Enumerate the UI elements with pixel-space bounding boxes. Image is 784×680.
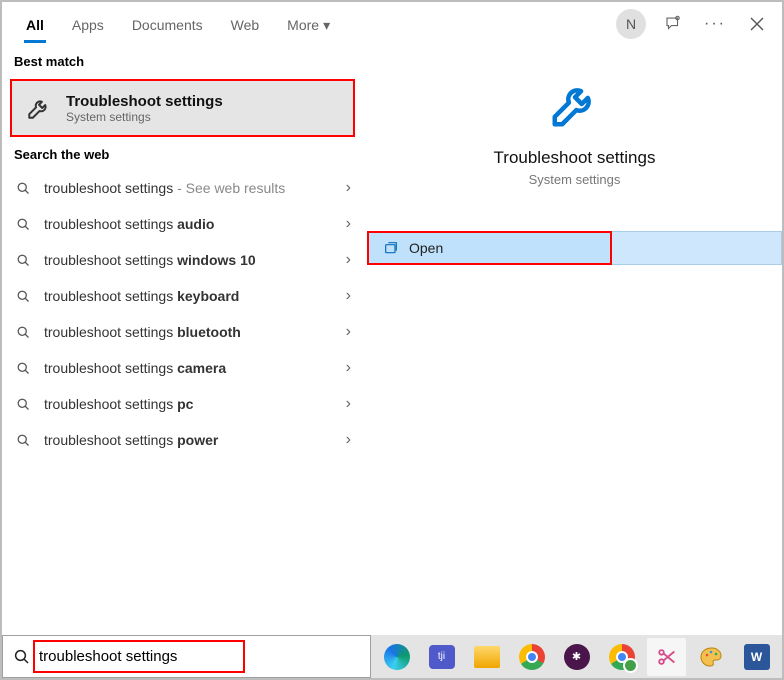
search-icon — [14, 251, 32, 269]
chrome-icon — [519, 644, 545, 670]
slack-icon: ✱ — [564, 644, 590, 670]
web-result-text: troubleshoot settings windows 10 — [44, 252, 334, 268]
preview-title: Troubleshoot settings — [494, 148, 656, 168]
scissors-icon — [654, 644, 680, 670]
close-button[interactable] — [742, 9, 772, 39]
taskbar-teams[interactable]: tji — [422, 638, 461, 676]
more-options-button[interactable]: ··· — [700, 9, 730, 39]
web-result-text: troubleshoot settings - See web results — [44, 180, 334, 196]
preview-subtitle: System settings — [529, 172, 621, 187]
search-icon — [14, 359, 32, 377]
section-search-web: Search the web — [2, 139, 367, 170]
preview-actions: Open — [367, 231, 782, 265]
open-button[interactable]: Open — [367, 231, 612, 265]
search-icon — [11, 646, 33, 668]
web-result-text: troubleshoot settings power — [44, 432, 334, 448]
best-match-title: Troubleshoot settings — [66, 93, 223, 110]
chevron-right-icon: › — [346, 359, 351, 377]
search-icon — [14, 287, 32, 305]
teams-icon: tji — [429, 645, 455, 669]
tab-all[interactable]: All — [12, 5, 58, 43]
chevron-right-icon: › — [346, 431, 351, 449]
web-result-5[interactable]: troubleshoot settings camera › — [2, 350, 367, 386]
web-results-list: troubleshoot settings - See web results … — [2, 170, 367, 458]
taskbar-chrome-2[interactable] — [602, 638, 641, 676]
tab-apps[interactable]: Apps — [58, 5, 118, 43]
web-result-1[interactable]: troubleshoot settings audio › — [2, 206, 367, 242]
chevron-right-icon: › — [346, 323, 351, 341]
header-tabs: All Apps Documents Web More ▾ N ··· — [2, 2, 782, 46]
preview-pane: Troubleshoot settings System settings — [367, 64, 782, 213]
tab-web[interactable]: Web — [217, 5, 274, 43]
chrome-icon — [609, 644, 635, 670]
search-bar[interactable] — [2, 635, 371, 678]
wrench-icon — [24, 93, 54, 123]
search-icon — [14, 215, 32, 233]
avatar[interactable]: N — [616, 9, 646, 39]
feedback-icon[interactable] — [658, 9, 688, 39]
taskbar-snip[interactable] — [647, 638, 686, 676]
open-label: Open — [409, 240, 443, 256]
taskbar-chrome[interactable] — [512, 638, 551, 676]
search-icon — [14, 431, 32, 449]
open-icon — [383, 240, 399, 256]
web-result-6[interactable]: troubleshoot settings pc › — [2, 386, 367, 422]
word-icon: W — [744, 644, 770, 670]
web-result-text: troubleshoot settings bluetooth — [44, 324, 334, 340]
tab-documents[interactable]: Documents — [118, 5, 217, 43]
chevron-down-icon: ▾ — [323, 17, 330, 34]
taskbar-word[interactable]: W — [737, 638, 776, 676]
chevron-right-icon: › — [346, 179, 351, 197]
web-result-2[interactable]: troubleshoot settings windows 10 › — [2, 242, 367, 278]
taskbar: tji ✱ W — [371, 635, 782, 678]
taskbar-explorer[interactable] — [467, 638, 506, 676]
search-icon — [14, 323, 32, 341]
search-icon — [14, 179, 32, 197]
web-result-text: troubleshoot settings keyboard — [44, 288, 334, 304]
chevron-right-icon: › — [346, 251, 351, 269]
chevron-right-icon: › — [346, 215, 351, 233]
taskbar-paint[interactable] — [692, 638, 731, 676]
section-best-match: Best match — [2, 46, 367, 77]
folder-icon — [474, 646, 500, 668]
palette-icon — [699, 644, 725, 670]
best-match-subtitle: System settings — [66, 110, 223, 124]
chevron-right-icon: › — [346, 395, 351, 413]
taskbar-edge[interactable] — [377, 638, 416, 676]
tab-more-label: More — [287, 17, 319, 33]
tab-more[interactable]: More ▾ — [273, 5, 344, 44]
web-result-text: troubleshoot settings pc — [44, 396, 334, 412]
web-result-7[interactable]: troubleshoot settings power › — [2, 422, 367, 458]
web-result-text: troubleshoot settings camera — [44, 360, 334, 376]
action-row-remainder[interactable] — [612, 231, 782, 265]
best-match-result[interactable]: Troubleshoot settings System settings — [10, 79, 355, 137]
chevron-right-icon: › — [346, 287, 351, 305]
edge-icon — [384, 644, 410, 670]
web-result-3[interactable]: troubleshoot settings keyboard › — [2, 278, 367, 314]
web-result-0[interactable]: troubleshoot settings - See web results … — [2, 170, 367, 206]
search-input[interactable] — [39, 648, 362, 665]
web-result-text: troubleshoot settings audio — [44, 216, 334, 232]
search-icon — [14, 395, 32, 413]
wrench-large-icon — [545, 74, 605, 134]
web-result-4[interactable]: troubleshoot settings bluetooth › — [2, 314, 367, 350]
taskbar-slack[interactable]: ✱ — [557, 638, 596, 676]
